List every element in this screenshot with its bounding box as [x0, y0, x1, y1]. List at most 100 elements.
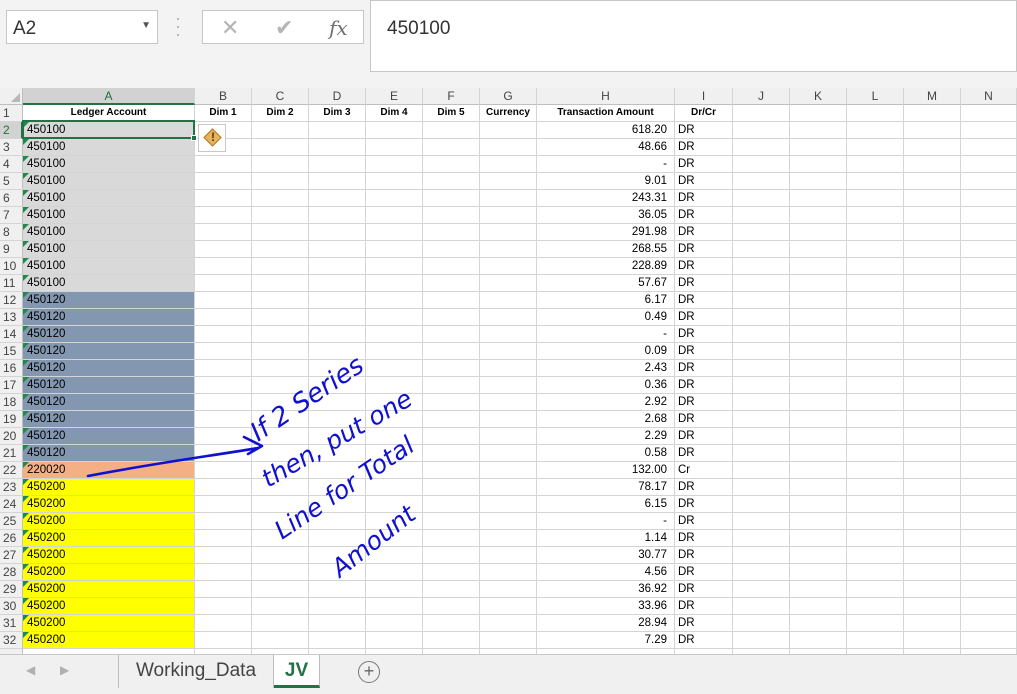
- header-cell-e[interactable]: Dim 4: [366, 105, 423, 122]
- empty-cell[interactable]: [480, 547, 537, 564]
- empty-cell[interactable]: [423, 445, 480, 462]
- empty-cell[interactable]: [961, 598, 1017, 615]
- empty-cell[interactable]: [195, 173, 252, 190]
- empty-cell[interactable]: [423, 632, 480, 649]
- empty-cell[interactable]: [847, 513, 904, 530]
- empty-cell[interactable]: [904, 207, 961, 224]
- empty-cell[interactable]: [961, 190, 1017, 207]
- empty-cell[interactable]: [309, 139, 366, 156]
- row-header[interactable]: 4: [0, 156, 23, 173]
- ledger-account-cell[interactable]: 220020: [23, 462, 195, 479]
- empty-cell[interactable]: [252, 496, 309, 513]
- empty-cell[interactable]: [480, 377, 537, 394]
- empty-cell[interactable]: [733, 428, 790, 445]
- empty-cell[interactable]: [904, 377, 961, 394]
- empty-cell[interactable]: [480, 343, 537, 360]
- transaction-amount-cell[interactable]: 36.05: [537, 207, 675, 224]
- empty-cell[interactable]: [309, 615, 366, 632]
- transaction-amount-cell[interactable]: -: [537, 156, 675, 173]
- row-header[interactable]: 26: [0, 530, 23, 547]
- empty-cell[interactable]: [252, 275, 309, 292]
- empty-cell[interactable]: [790, 224, 847, 241]
- empty-cell[interactable]: [309, 564, 366, 581]
- empty-cell[interactable]: [480, 462, 537, 479]
- empty-cell[interactable]: [904, 309, 961, 326]
- transaction-amount-cell[interactable]: 6.17: [537, 292, 675, 309]
- empty-cell[interactable]: [847, 241, 904, 258]
- row-header[interactable]: 22: [0, 462, 23, 479]
- ledger-account-cell[interactable]: 450200: [23, 632, 195, 649]
- empty-cell[interactable]: [961, 156, 1017, 173]
- empty-cell[interactable]: [252, 224, 309, 241]
- empty-cell[interactable]: [423, 615, 480, 632]
- empty-cell[interactable]: [480, 564, 537, 581]
- transaction-amount-cell[interactable]: 57.67: [537, 275, 675, 292]
- ledger-account-cell[interactable]: 450120: [23, 326, 195, 343]
- ledger-account-cell[interactable]: 450100: [23, 241, 195, 258]
- empty-cell[interactable]: [847, 224, 904, 241]
- empty-cell[interactable]: [309, 411, 366, 428]
- dr-cr-cell[interactable]: DR: [675, 224, 733, 241]
- empty-cell[interactable]: [961, 343, 1017, 360]
- formula-value[interactable]: 450100: [387, 18, 450, 40]
- transaction-amount-cell[interactable]: -: [537, 513, 675, 530]
- empty-cell[interactable]: [423, 326, 480, 343]
- transaction-amount-cell[interactable]: 0.49: [537, 309, 675, 326]
- dr-cr-cell[interactable]: DR: [675, 190, 733, 207]
- empty-cell[interactable]: [423, 394, 480, 411]
- empty-cell[interactable]: [366, 309, 423, 326]
- row-header[interactable]: 30: [0, 598, 23, 615]
- dr-cr-cell[interactable]: DR: [675, 258, 733, 275]
- dr-cr-cell[interactable]: DR: [675, 547, 733, 564]
- empty-cell[interactable]: [847, 377, 904, 394]
- empty-cell[interactable]: [733, 462, 790, 479]
- empty-cell[interactable]: [961, 207, 1017, 224]
- empty-cell[interactable]: [847, 292, 904, 309]
- empty-cell[interactable]: [961, 173, 1017, 190]
- empty-cell[interactable]: [309, 326, 366, 343]
- dr-cr-cell[interactable]: DR: [675, 411, 733, 428]
- empty-cell[interactable]: [847, 547, 904, 564]
- empty-cell[interactable]: [366, 564, 423, 581]
- empty-cell[interactable]: [961, 479, 1017, 496]
- empty-cell[interactable]: [961, 292, 1017, 309]
- empty-cell[interactable]: [252, 530, 309, 547]
- empty-cell[interactable]: [904, 173, 961, 190]
- empty-cell[interactable]: [366, 343, 423, 360]
- ledger-account-cell[interactable]: 450200: [23, 564, 195, 581]
- empty-cell[interactable]: [733, 343, 790, 360]
- empty-cell[interactable]: [309, 360, 366, 377]
- empty-cell[interactable]: [480, 581, 537, 598]
- empty-cell[interactable]: [847, 122, 904, 139]
- transaction-amount-cell[interactable]: 9.01: [537, 173, 675, 190]
- transaction-amount-cell[interactable]: 2.92: [537, 394, 675, 411]
- empty-cell[interactable]: [195, 411, 252, 428]
- empty-cell[interactable]: [309, 258, 366, 275]
- empty-cell[interactable]: [195, 309, 252, 326]
- empty-cell[interactable]: [790, 445, 847, 462]
- empty-cell[interactable]: [904, 343, 961, 360]
- empty-cell[interactable]: [366, 428, 423, 445]
- empty-cell[interactable]: [480, 530, 537, 547]
- empty-cell[interactable]: [195, 394, 252, 411]
- empty-cell[interactable]: [366, 581, 423, 598]
- empty-cell[interactable]: [904, 513, 961, 530]
- transaction-amount-cell[interactable]: 36.92: [537, 581, 675, 598]
- empty-cell[interactable]: [366, 156, 423, 173]
- empty-cell[interactable]: [961, 394, 1017, 411]
- empty-cell[interactable]: [961, 377, 1017, 394]
- empty-cell[interactable]: [847, 190, 904, 207]
- ledger-account-cell[interactable]: 450100: [23, 275, 195, 292]
- empty-cell[interactable]: [366, 411, 423, 428]
- empty-cell[interactable]: [480, 360, 537, 377]
- empty-cell[interactable]: [961, 530, 1017, 547]
- empty-cell[interactable]: [790, 394, 847, 411]
- empty-cell[interactable]: [790, 258, 847, 275]
- empty-cell[interactable]: [961, 411, 1017, 428]
- empty-cell[interactable]: [195, 581, 252, 598]
- header-cell-j[interactable]: [733, 105, 790, 122]
- column-header-j[interactable]: J: [733, 88, 790, 105]
- empty-cell[interactable]: [195, 598, 252, 615]
- formula-input[interactable]: 450100: [370, 0, 1017, 72]
- ledger-account-cell[interactable]: 450200: [23, 530, 195, 547]
